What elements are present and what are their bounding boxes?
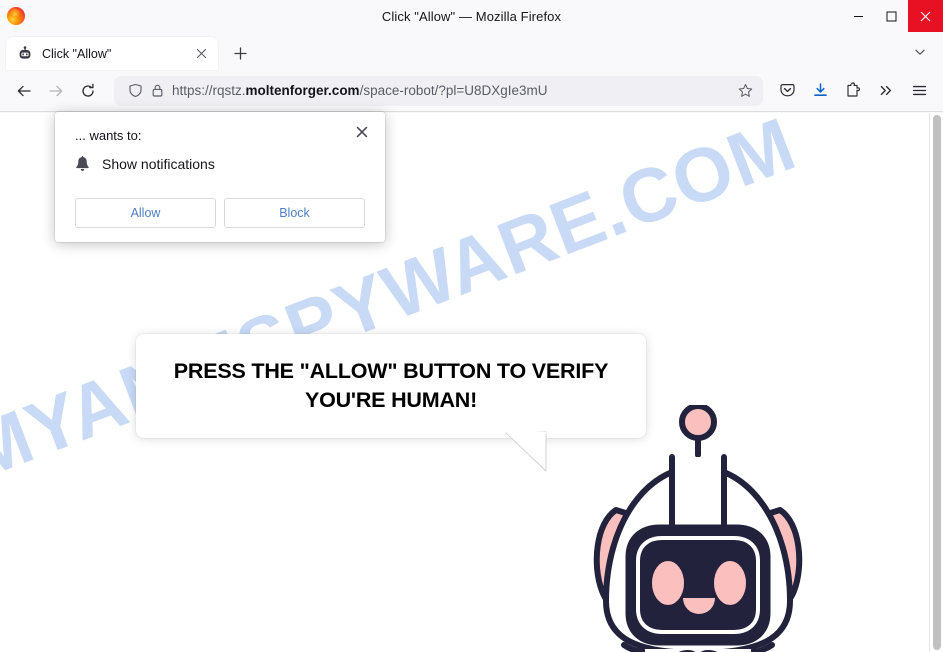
tab-close-icon[interactable]	[191, 44, 211, 64]
tab-click-allow[interactable]: Click "Allow"	[6, 37, 218, 70]
bubble-line-1: PRESS THE "ALLOW" BUTTON TO VERIFY	[173, 359, 609, 384]
notification-permission-dialog: ... wants to: Show notifications Allow B…	[55, 112, 385, 242]
pocket-icon[interactable]	[771, 75, 803, 107]
title-bar: Click "Allow" — Mozilla Firefox	[0, 0, 943, 32]
url-text[interactable]: https://rqstz.moltenforger.com/space-rob…	[172, 76, 733, 106]
forward-button[interactable]	[40, 75, 72, 107]
app-menu-icon[interactable]	[903, 75, 935, 107]
permission-label: Show notifications	[102, 156, 215, 172]
shield-icon[interactable]	[124, 80, 146, 102]
back-button[interactable]	[8, 75, 40, 107]
robot-illustration	[580, 403, 830, 652]
downloads-icon[interactable]	[804, 75, 836, 107]
window-title: Click "Allow" — Mozilla Firefox	[381, 8, 562, 24]
url-bar[interactable]: https://rqstz.moltenforger.com/space-rob…	[114, 75, 763, 106]
toolbar-icons	[771, 75, 935, 107]
navigation-toolbar: https://rqstz.moltenforger.com/space-rob…	[0, 70, 943, 112]
tab-title: Click "Allow"	[42, 46, 112, 61]
speech-bubble: PRESS THE "ALLOW" BUTTON TO VERIFY YOU'R…	[136, 334, 646, 438]
permission-buttons: Allow Block	[75, 198, 365, 228]
close-icon[interactable]	[351, 121, 373, 143]
extensions-icon[interactable]	[837, 75, 869, 107]
close-button[interactable]	[908, 0, 943, 32]
bell-icon	[75, 156, 90, 172]
lock-icon[interactable]	[146, 80, 168, 102]
page-scrollbar[interactable]	[929, 113, 943, 652]
overflow-icon[interactable]	[870, 75, 902, 107]
tab-strip: Click "Allow"	[0, 32, 943, 70]
url-subdomain: rqstz.	[212, 82, 246, 98]
robot-icon	[17, 45, 33, 62]
permission-origin-text: ... wants to:	[75, 128, 142, 143]
window-controls	[842, 0, 943, 32]
block-button[interactable]: Block	[224, 198, 365, 228]
new-tab-button[interactable]	[225, 38, 255, 68]
bubble-line-2: YOU'RE HUMAN!	[304, 388, 478, 412]
minimize-button[interactable]	[842, 0, 875, 32]
reload-button[interactable]	[72, 75, 104, 107]
permission-row: Show notifications	[75, 156, 215, 172]
url-scheme: https://	[172, 82, 213, 98]
list-all-tabs-button[interactable]	[905, 37, 935, 67]
maximize-button[interactable]	[875, 0, 908, 32]
browser-window: Click "Allow" — Mozilla Firefox Click "A…	[0, 0, 943, 652]
scrollbar-thumb[interactable]	[933, 115, 941, 650]
speech-bubble-tail	[498, 429, 558, 482]
allow-button[interactable]: Allow	[75, 198, 216, 228]
url-host: moltenforger.com	[245, 82, 360, 98]
speech-bubble-text: PRESS THE "ALLOW" BUTTON TO VERIFY YOU'R…	[156, 357, 626, 414]
url-path: /space-robot/?pl=U8DXgIe3mU	[359, 82, 548, 98]
bookmark-star-icon[interactable]	[733, 79, 757, 103]
firefox-logo-icon	[7, 7, 25, 25]
